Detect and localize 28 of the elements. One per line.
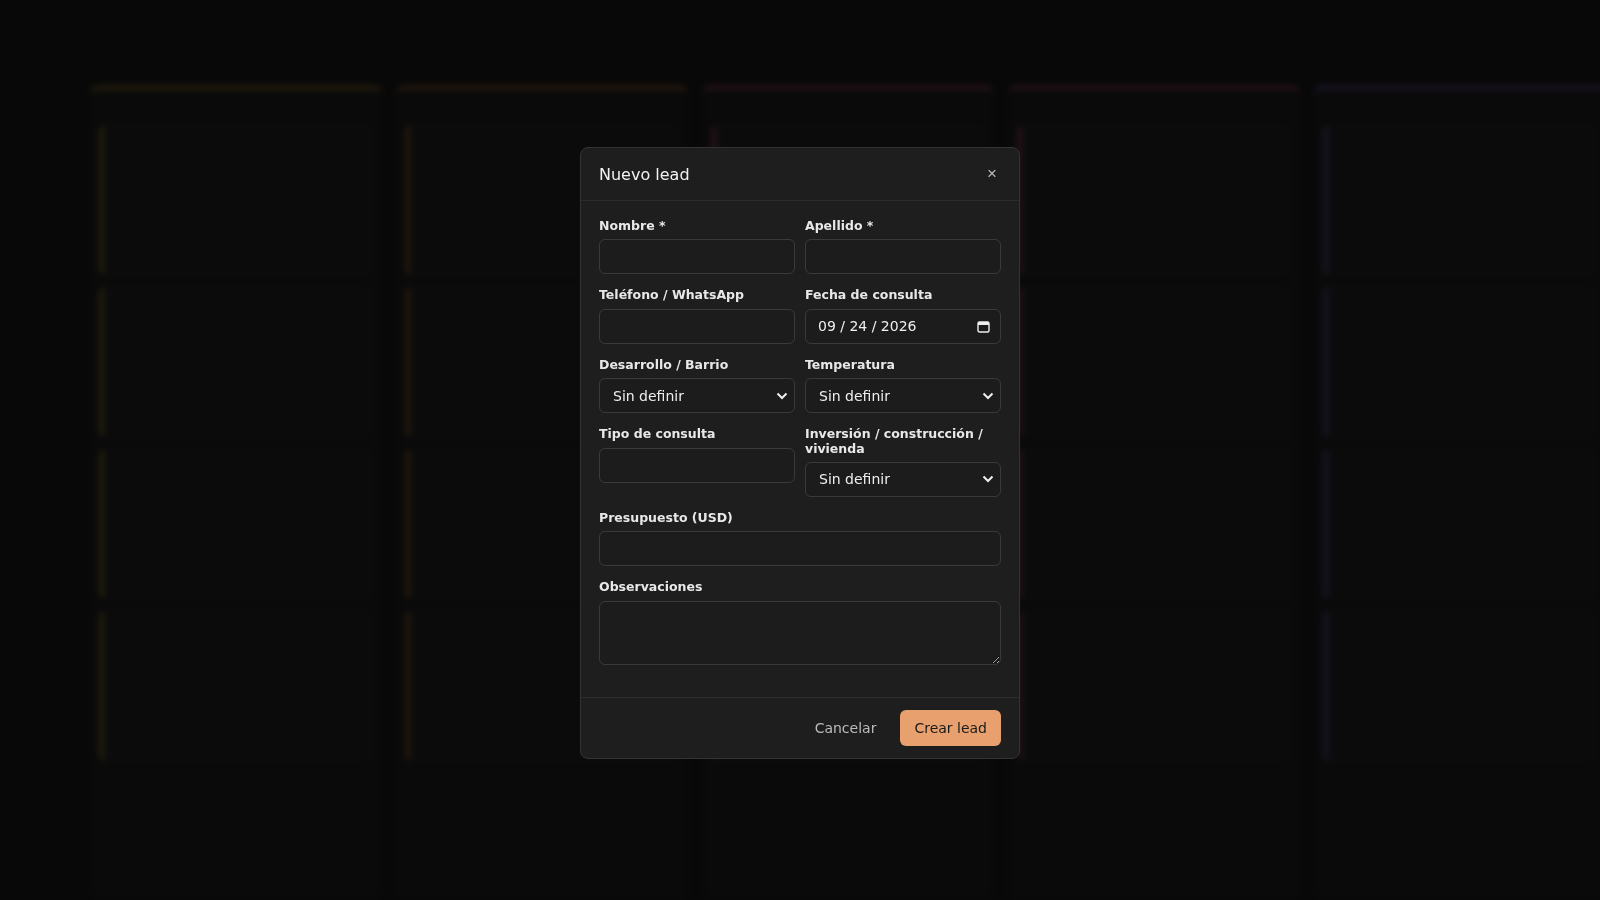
field-label: Inversión / construcción / vivienda	[805, 427, 984, 456]
field-label: Observaciones	[599, 580, 704, 595]
select-field[interactable]: Sin definir	[805, 378, 1001, 414]
field-label: Fecha de consulta	[805, 288, 934, 303]
date-field[interactable]: 09 / 24 / 2026	[805, 308, 1001, 344]
input-field[interactable]	[599, 447, 795, 483]
select-field[interactable]: Sin definir	[805, 461, 1001, 497]
input-field[interactable]	[599, 239, 795, 275]
field-label: Tipo de consulta	[599, 427, 717, 442]
chevron-down-icon	[776, 391, 788, 400]
calendar-icon[interactable]	[977, 319, 990, 333]
dialog-title: Nuevo lead	[599, 164, 690, 184]
textarea-field[interactable]	[599, 600, 1001, 665]
input-field[interactable]	[805, 239, 1001, 275]
field-label: Teléfono / WhatsApp	[599, 288, 745, 303]
chevron-down-icon	[982, 391, 994, 400]
input-field[interactable]	[599, 308, 795, 344]
close-button[interactable]: ×	[983, 164, 1001, 184]
input-field[interactable]	[599, 531, 1001, 567]
field-label: Apellido *	[805, 219, 875, 234]
create-button[interactable]: Crear lead	[900, 709, 1001, 746]
field-label: Desarrollo / Barrio	[599, 357, 730, 373]
cancel-button[interactable]: Cancelar	[800, 709, 891, 746]
field-label: Nombre *	[599, 219, 667, 234]
chevron-down-icon	[982, 475, 994, 484]
field-label: Temperatura	[805, 357, 896, 373]
field-label: Presupuesto (USD)	[599, 510, 734, 526]
select-field[interactable]: Sin definir	[599, 378, 795, 414]
